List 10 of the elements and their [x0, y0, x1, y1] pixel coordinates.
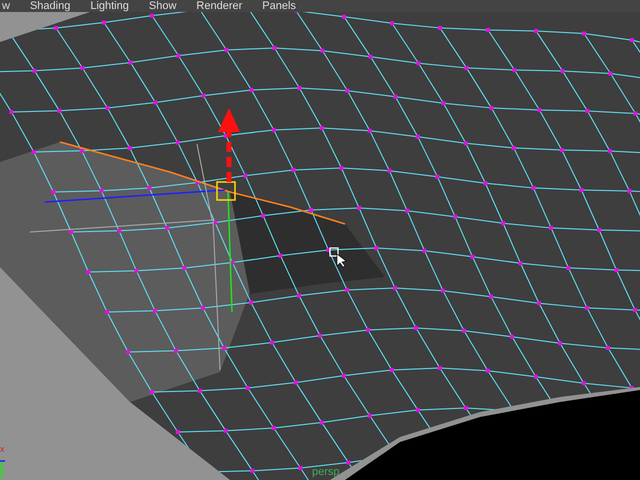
cursor-icon [329, 247, 347, 268]
camera-label: persp [312, 466, 340, 478]
menu-item[interactable]: Renderer [196, 0, 242, 12]
menu-item[interactable]: Lighting [90, 0, 129, 12]
menu-item[interactable]: Show [148, 0, 176, 12]
menu-item[interactable]: Shading [30, 0, 70, 12]
axis-label: x [0, 444, 4, 454]
menu-item[interactable]: w [2, 0, 10, 12]
menu-item[interactable]: Panels [262, 0, 296, 12]
axis-icon [0, 460, 5, 478]
